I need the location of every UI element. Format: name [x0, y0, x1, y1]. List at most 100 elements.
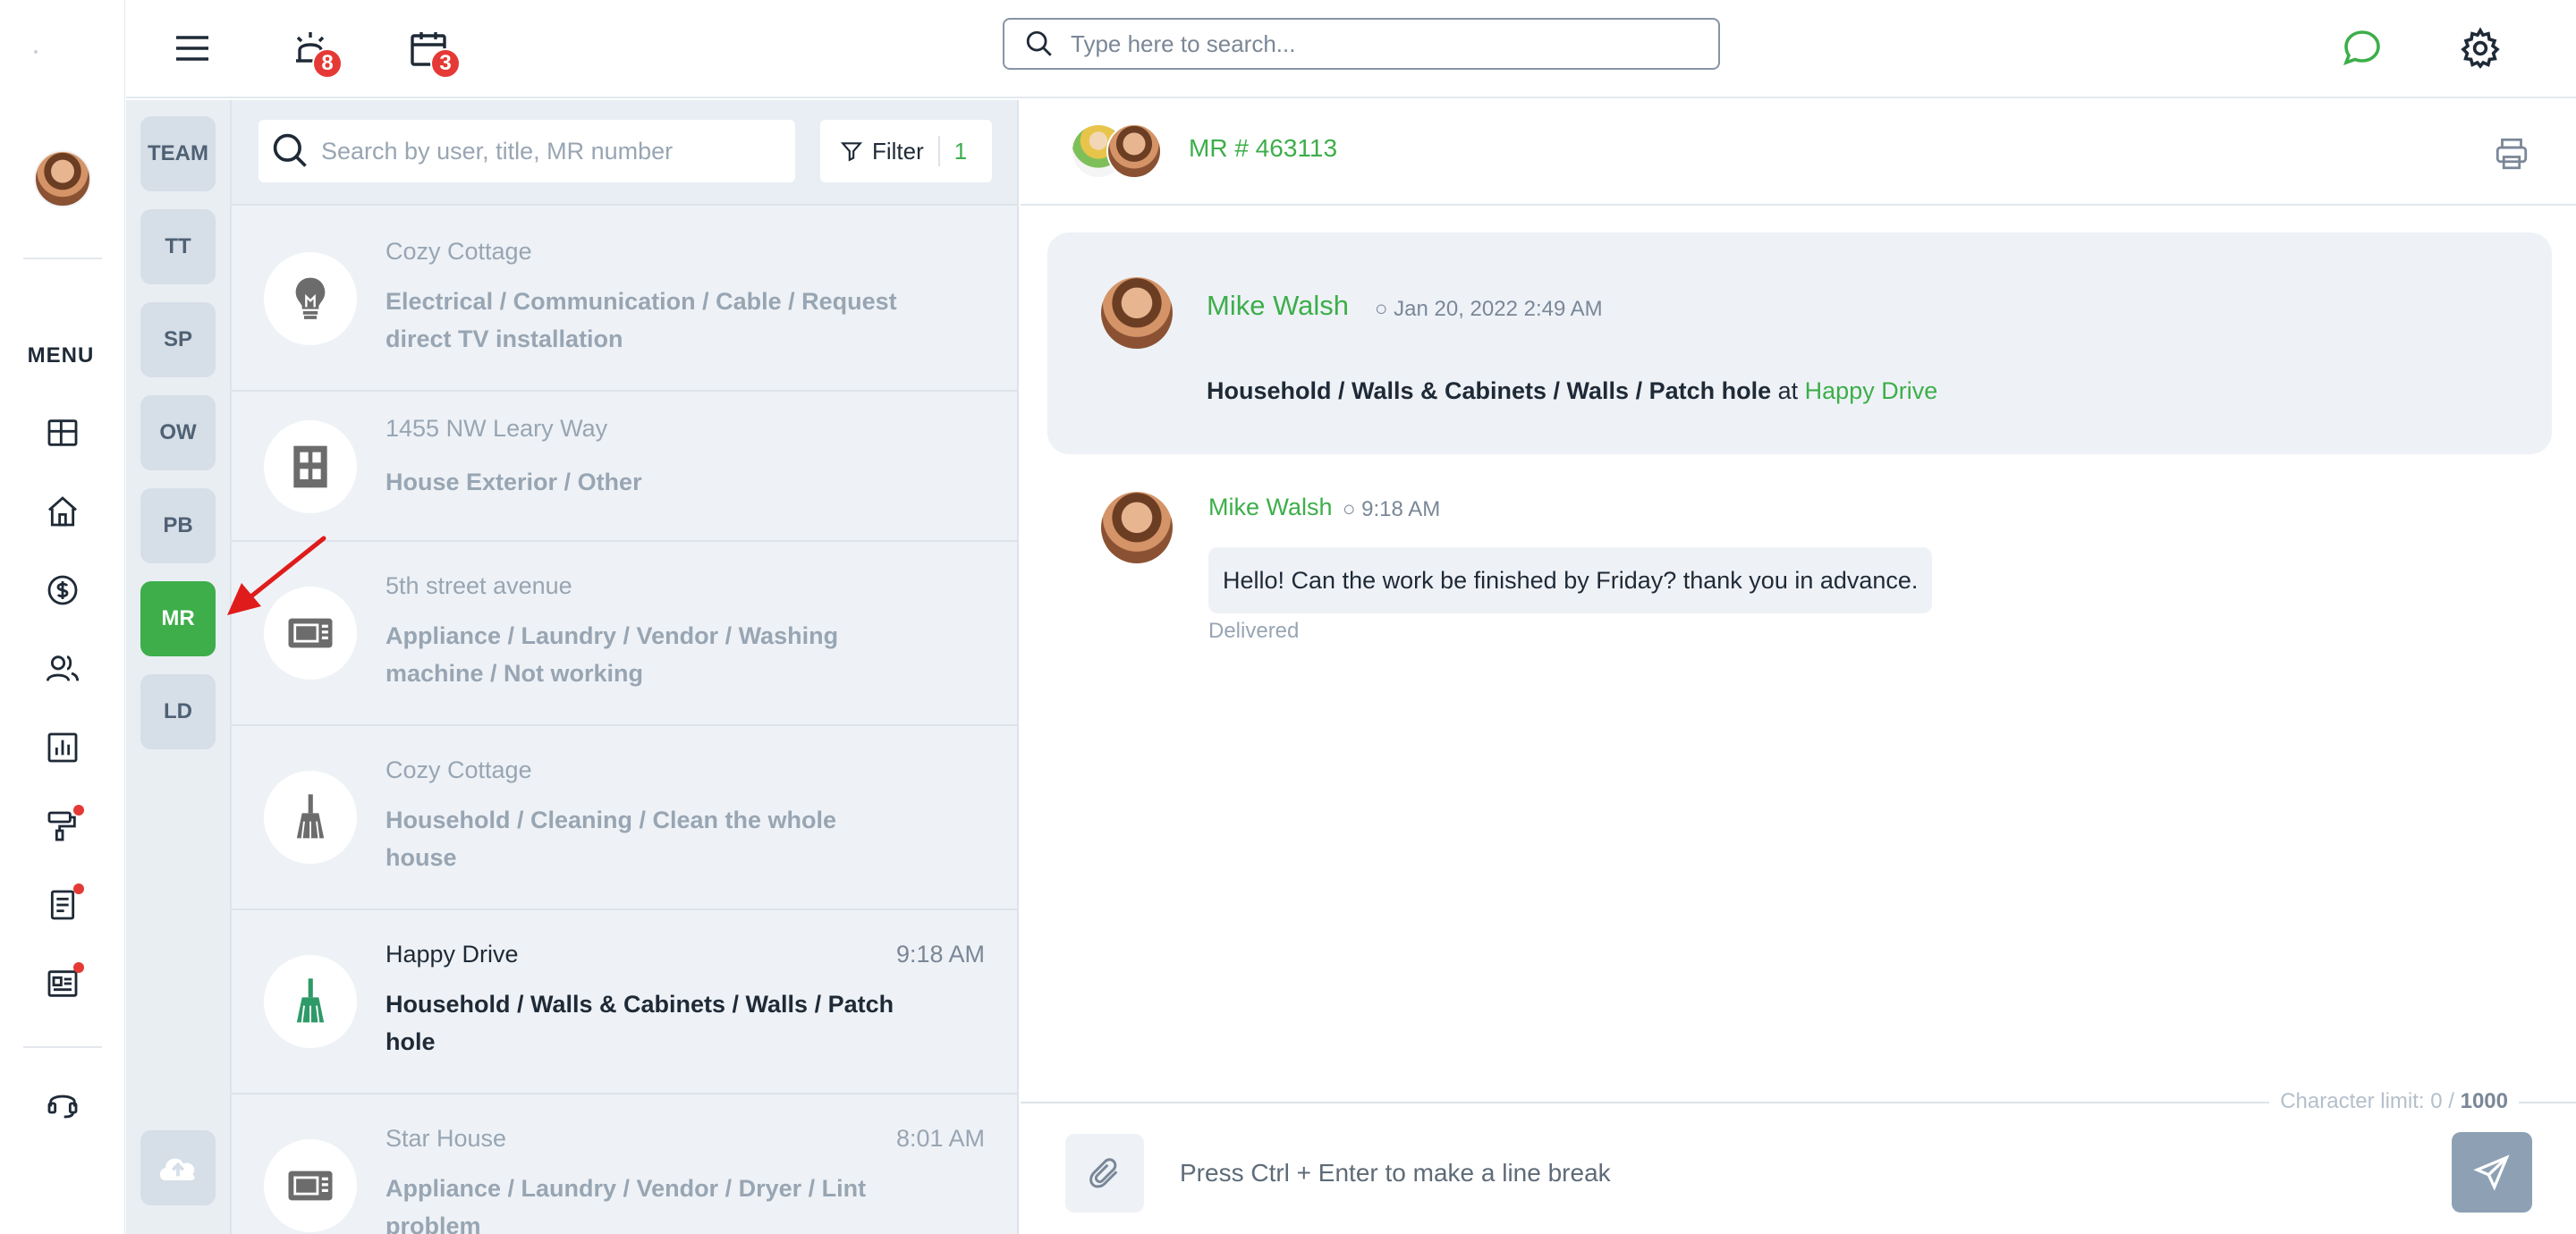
character-limit: Character limit: 0 / 1000	[2269, 1089, 2519, 1114]
row-title: Appliance / Laundry / Vendor / Dryer / L…	[386, 1175, 867, 1234]
message-input[interactable]	[1180, 1146, 2396, 1200]
list-item[interactable]: Cozy Cottage Electrical / Communication …	[232, 207, 1017, 392]
support-headset-icon[interactable]	[41, 1082, 84, 1125]
printer-icon	[2496, 138, 2528, 170]
chat-icon[interactable]	[2335, 21, 2389, 75]
list-item[interactable]: 1455 NW Leary Way House Exterior / Other	[232, 392, 1017, 542]
send-icon	[2473, 1154, 2510, 1191]
row-title: Electrical / Communication / Cable / Req…	[386, 288, 897, 352]
participant-avatar	[1106, 123, 1162, 179]
row-location: Star House	[386, 1125, 507, 1152]
appliance-icon	[264, 1139, 357, 1232]
conversation-header: MR # 463113	[1021, 100, 2576, 206]
tab-ld[interactable]: LD	[140, 674, 216, 749]
tab-team[interactable]: TEAM	[140, 116, 216, 191]
list-search-input[interactable]	[321, 137, 786, 165]
message-timestamp: ○ 9:18 AM	[1343, 497, 1441, 521]
row-location: 5th street avenue	[386, 572, 572, 599]
notification-dot	[73, 805, 84, 816]
filter-funnel-icon	[840, 142, 863, 162]
calendar-count-badge: 3	[430, 48, 461, 79]
alarm-button[interactable]: 8	[284, 21, 343, 79]
notification-dot	[73, 883, 84, 894]
row-title: Household / Walls & Cabinets / Walls / P…	[386, 991, 894, 1055]
search-icon	[1026, 30, 1052, 56]
reports-icon[interactable]	[41, 726, 84, 769]
tab-tt[interactable]: TT	[140, 209, 216, 284]
list-item[interactable]: Star House 8:01 AM Appliance / Laundry /…	[232, 1095, 1017, 1234]
list-item[interactable]: 5th street avenue Appliance / Laundry / …	[232, 542, 1017, 726]
tab-sp[interactable]: SP	[140, 302, 216, 377]
appliance-icon	[264, 587, 357, 680]
paperclip-icon	[1089, 1158, 1118, 1188]
request-timestamp: ○ Jan 20, 2022 2:49 AM	[1375, 297, 1603, 321]
print-button[interactable]	[2490, 132, 2533, 175]
documents-icon[interactable]	[41, 883, 84, 926]
request-location-link[interactable]: Happy Drive	[1805, 377, 1938, 404]
row-location: Cozy Cottage	[386, 238, 532, 265]
filter-button[interactable]: Filter 1	[820, 120, 992, 182]
author-avatar	[1101, 277, 1173, 349]
filter-label: Filter	[872, 137, 924, 165]
tab-ow[interactable]: OW	[140, 395, 216, 470]
message-bubble: Hello! Can the work be finished by Frida…	[1208, 547, 1933, 613]
hamburger-menu-icon[interactable]	[165, 21, 219, 75]
list-item[interactable]: Happy Drive 9:18 AM Household / Walls & …	[232, 910, 1017, 1095]
row-title: Appliance / Laundry / Vendor / Washing m…	[386, 622, 839, 687]
attach-button[interactable]	[1065, 1134, 1144, 1213]
people-icon[interactable]	[41, 647, 84, 690]
nav-rail: MENU	[0, 0, 125, 1234]
global-search-input[interactable]	[1071, 30, 1697, 58]
request-list: Filter 1 Cozy Cottage Electrical / Commu…	[232, 100, 1019, 1234]
row-title: House Exterior / Other	[386, 469, 642, 495]
request-card: Mike Walsh ○ Jan 20, 2022 2:49 AM Househ…	[1047, 232, 2552, 454]
alarm-count-badge: 8	[312, 48, 343, 79]
dashboard-icon[interactable]	[41, 411, 84, 454]
upload-button[interactable]	[140, 1130, 216, 1205]
lightbulb-icon	[264, 252, 357, 345]
row-time: 9:18 AM	[895, 941, 985, 968]
building-icon	[264, 420, 357, 513]
settings-gear-icon[interactable]	[2453, 21, 2507, 75]
request-category: Household / Walls & Cabinets / Walls / P…	[1207, 377, 1772, 404]
notification-dot	[73, 962, 84, 973]
logo-mark	[34, 50, 38, 54]
filter-divider	[937, 136, 940, 166]
list-item[interactable]: Cozy Cottage Household / Cleaning / Clea…	[232, 726, 1017, 910]
list-search[interactable]	[258, 120, 795, 182]
message-author[interactable]: Mike Walsh	[1208, 494, 1333, 521]
row-time: 8:01 AM	[895, 1125, 985, 1152]
conversation-panel: MR # 463113 Mike Walsh ○ Jan 20, 2022 2:…	[1021, 100, 2576, 1234]
at-word: at	[1777, 377, 1799, 404]
broom-icon	[264, 955, 357, 1048]
broom-icon	[264, 771, 357, 864]
category-tabs: TEAM TT SP OW PB MR LD	[126, 100, 232, 1234]
filter-count: 1	[953, 137, 968, 165]
request-summary: Household / Walls & Cabinets / Walls / P…	[1207, 377, 1937, 405]
char-limit-label: Character limit: 0 /	[2280, 1089, 2454, 1113]
global-search[interactable]	[1003, 18, 1720, 70]
calendar-button[interactable]: 3	[402, 21, 461, 79]
list-header: Filter 1	[232, 100, 1017, 206]
top-bar: 8 3	[126, 0, 2576, 98]
menu-label: MENU	[27, 343, 95, 368]
send-button[interactable]	[2452, 1132, 2532, 1213]
request-author[interactable]: Mike Walsh	[1207, 290, 1349, 322]
tab-mr[interactable]: MR	[140, 581, 216, 656]
tab-pb[interactable]: PB	[140, 488, 216, 563]
search-icon	[273, 133, 307, 167]
maintenance-icon[interactable]	[41, 805, 84, 848]
rail-divider	[23, 1046, 102, 1048]
row-location: Happy Drive	[386, 941, 519, 968]
payments-icon[interactable]	[41, 569, 84, 612]
home-icon[interactable]	[41, 490, 84, 533]
row-location: 1455 NW Leary Way	[386, 415, 608, 442]
row-title: Household / Cleaning / Clean the whole h…	[386, 807, 837, 871]
listings-icon[interactable]	[41, 962, 84, 1005]
cloud-upload-icon	[159, 1158, 195, 1180]
user-avatar[interactable]	[34, 150, 91, 207]
delivery-status: Delivered	[1208, 619, 1300, 643]
mr-number[interactable]: MR # 463113	[1189, 134, 1337, 163]
char-limit-max: 1000	[2460, 1089, 2508, 1113]
author-avatar	[1101, 492, 1173, 563]
